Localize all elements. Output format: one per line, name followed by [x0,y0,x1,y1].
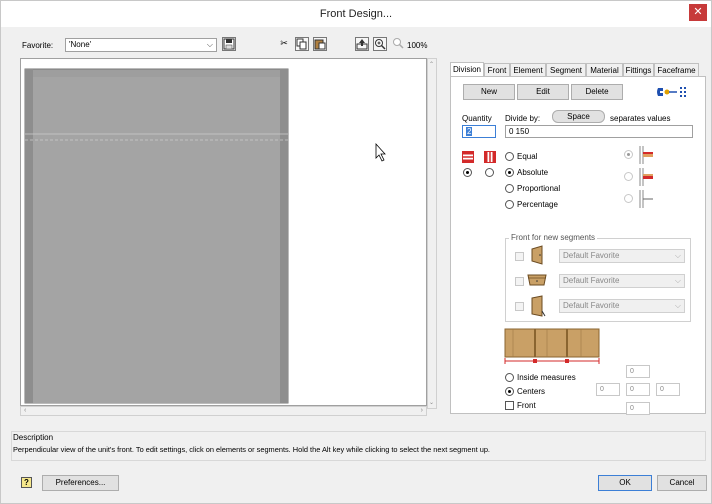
measure-box-top[interactable]: 0 [626,365,650,378]
percentage-radio[interactable] [505,200,514,209]
divide-by-input[interactable]: 0 150 [505,125,693,138]
front-favorite-value-1: Default Favorite [563,251,620,260]
front-favorite-dropdown-3[interactable]: Default Favorite ⌵ [559,299,685,313]
horizontal-division-icon[interactable] [462,151,474,165]
align-bottom-icon [638,190,654,210]
front-favorite-checkbox-1[interactable] [515,252,524,261]
chevron-down-icon: ⌵ [674,251,681,260]
magnet-icon[interactable] [655,84,689,100]
front-favorite-checkbox-2[interactable] [515,277,524,286]
flap-icon [530,295,546,319]
align-middle-radio[interactable] [624,172,633,181]
tab-division[interactable]: Division [450,62,484,77]
measure-box-right[interactable]: 0 [656,383,680,396]
scroll-down-icon[interactable]: ⌄ [429,399,434,406]
separates-values-label: separates values [610,114,671,123]
measure-box-bottom[interactable]: 0 [626,402,650,415]
title-bar: Front Design... ✕ [1,1,711,27]
chevron-down-icon: ⌵ [206,40,213,49]
vertical-division-radio[interactable] [485,168,494,177]
ok-button[interactable]: OK [598,475,652,491]
centers-radio[interactable] [505,387,514,396]
space-button[interactable]: Space [552,110,605,123]
horizontal-division-radio[interactable] [463,168,472,177]
scroll-up-icon[interactable]: ⌃ [429,61,434,68]
vertical-division-icon[interactable] [484,151,496,165]
align-bottom-radio[interactable] [624,194,633,203]
align-top-icon [638,146,654,166]
preview-vertical-scrollbar[interactable]: ⌃ ⌄ [427,58,437,409]
front-design-window: Front Design... ✕ Favorite: 'None' ⌵ ✂ 1… [0,0,712,504]
front-favorite-value-3: Default Favorite [563,301,620,310]
description-text: Perpendicular view of the unit's front. … [13,445,490,454]
front-favorite-dropdown-2[interactable]: Default Favorite ⌵ [559,274,685,288]
cut-icon[interactable]: ✂ [277,37,291,51]
drawer-icon [526,272,548,290]
inside-measures-label: Inside measures [517,373,576,382]
tab-element[interactable]: Element [510,63,546,77]
preferences-button[interactable]: Preferences... [42,475,119,491]
zoom-in-icon[interactable] [373,37,387,51]
tab-fittings[interactable]: Fittings [623,63,654,77]
equal-label: Equal [517,152,538,161]
tab-faceframe[interactable]: Faceframe [654,63,699,77]
inside-measures-radio[interactable] [505,373,514,382]
upload-icon[interactable] [355,37,369,51]
favorite-dropdown[interactable]: 'None' ⌵ [65,38,217,52]
front-favorite-value-2: Default Favorite [563,276,620,285]
help-icon[interactable]: ? [21,477,32,488]
quantity-label: Quantity [462,114,492,123]
paste-icon[interactable] [313,37,327,51]
measure-box-left[interactable]: 0 [596,383,620,396]
equal-radio[interactable] [505,152,514,161]
centers-label: Centers [517,387,546,396]
scroll-left-icon[interactable]: ‹ [24,407,26,414]
zoom-out-icon[interactable] [391,37,405,51]
edit-button[interactable]: Edit [517,84,569,100]
tab-material[interactable]: Material [586,63,623,77]
divide-by-label: Divide by: [505,114,541,123]
cancel-button[interactable]: Cancel [657,475,707,491]
preview-horizontal-scrollbar[interactable]: ‹ › [20,406,427,416]
chevron-down-icon: ⌵ [674,276,681,285]
front-favorite-checkbox-3[interactable] [515,302,524,311]
tab-front[interactable]: Front [484,63,510,77]
quantity-input[interactable]: 2 [462,125,496,138]
proportional-label: Proportional [517,184,561,193]
delete-button[interactable]: Delete [571,84,623,100]
save-icon[interactable] [222,37,236,51]
front-preview-canvas[interactable] [20,58,427,406]
align-middle-icon [638,168,654,188]
new-button[interactable]: New [463,84,515,100]
zoom-level: 100% [407,41,428,50]
front-favorite-dropdown-1[interactable]: Default Favorite ⌵ [559,249,685,263]
window-title: Front Design... [319,8,393,20]
copy-icon[interactable] [295,37,309,51]
favorite-label: Favorite: [22,41,54,50]
align-top-radio[interactable] [624,150,633,159]
measure-box-center[interactable]: 0 [626,383,650,396]
door-icon [530,245,546,267]
percentage-label: Percentage [517,200,558,209]
front-group-title: Front for new segments [509,233,598,242]
absolute-radio[interactable] [505,168,514,177]
segment-measure-illustration [503,327,603,369]
proportional-radio[interactable] [505,184,514,193]
front-checkbox-label: Front [517,401,536,410]
chevron-down-icon: ⌵ [674,301,681,310]
front-preview-drawing [24,68,386,404]
front-checkbox[interactable] [505,401,514,410]
close-button[interactable]: ✕ [689,4,707,21]
division-tab-panel: New Edit Delete Quantity Divide by: Spac… [450,76,706,415]
tab-segment[interactable]: Segment [546,63,586,77]
absolute-label: Absolute [517,168,549,177]
quantity-value: 2 [466,127,473,136]
favorite-value: 'None' [69,40,92,49]
scroll-right-icon[interactable]: › [421,407,423,414]
description-title: Description [13,433,54,442]
